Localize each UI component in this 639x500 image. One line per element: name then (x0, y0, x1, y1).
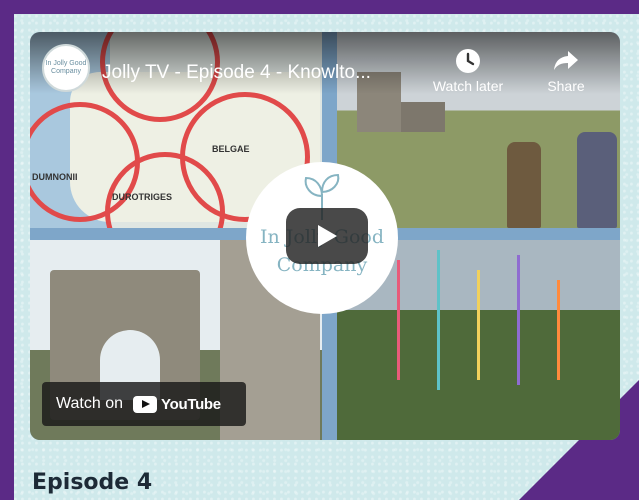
video-title[interactable]: Jolly TV - Episode 4 - Knowlto... (102, 62, 371, 84)
map-label-belgae: BELGAE (212, 144, 250, 154)
youtube-logo: YouTube (133, 395, 221, 413)
watch-on-label: Watch on (56, 395, 123, 412)
watch-later-label: Watch later (432, 78, 504, 94)
share-label: Share (547, 78, 585, 94)
map-label-dumnonii: DUMNONII (32, 172, 78, 182)
episode-heading: Episode 4 (32, 470, 153, 495)
clock-icon (456, 49, 480, 73)
map-label-durotriges: DUROTRIGES (112, 192, 173, 202)
youtube-wordmark: YouTube (161, 395, 221, 413)
share-arrow-icon (554, 51, 578, 70)
youtube-play-icon (133, 395, 157, 413)
share-button[interactable]: Share (526, 48, 606, 94)
watch-later-button[interactable]: Watch later (428, 48, 508, 94)
youtube-embed[interactable]: BELGAE DUMNONII DUROTRIGES In Jolly Good… (30, 32, 620, 440)
channel-avatar[interactable]: In Jolly Good Company (42, 44, 90, 92)
play-button[interactable] (286, 208, 368, 264)
watch-on-youtube-button[interactable]: Watch on YouTube (42, 382, 246, 426)
